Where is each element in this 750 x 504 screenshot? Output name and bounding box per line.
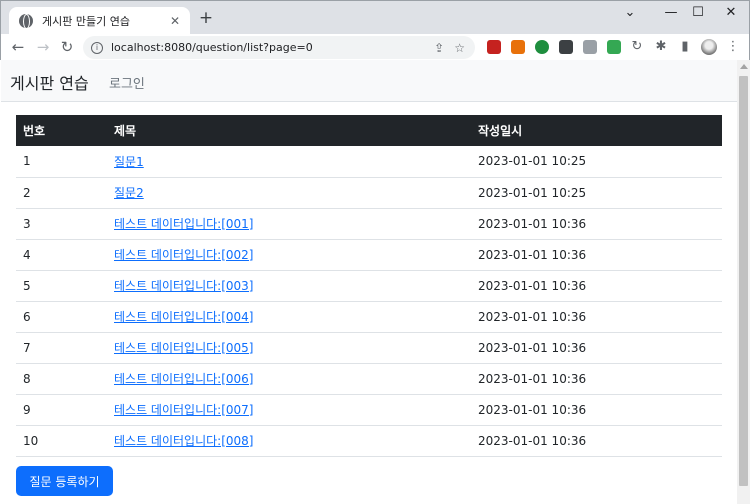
forward-icon[interactable]: → bbox=[34, 37, 52, 57]
tab-close-icon[interactable]: ✕ bbox=[168, 14, 182, 28]
bookmark-star-icon[interactable]: ☆ bbox=[454, 41, 465, 55]
question-link[interactable]: 질문1 bbox=[114, 155, 144, 169]
row-date: 2023-01-01 10:36 bbox=[471, 425, 722, 457]
scroll-up-icon[interactable] bbox=[740, 64, 748, 69]
table-row: 8 테스트 데이터입니다:[006] 2023-01-01 10:36 bbox=[16, 363, 722, 395]
browser-tab[interactable]: 게시판 만들기 연습 ✕ bbox=[9, 7, 190, 34]
question-table: 번호 제목 작성일시 1 질문1 2023-01-01 10:25 2 질문2 … bbox=[16, 115, 722, 457]
row-number: 3 bbox=[16, 208, 107, 240]
tab-title: 게시판 만들기 연습 bbox=[42, 14, 130, 28]
info-icon[interactable]: i bbox=[91, 41, 103, 54]
row-date: 2023-01-01 10:36 bbox=[471, 270, 722, 302]
question-link[interactable]: 테스트 데이터입니다:[001] bbox=[114, 217, 254, 231]
question-link[interactable]: 테스트 데이터입니다:[006] bbox=[114, 372, 254, 386]
question-link[interactable]: 테스트 데이터입니다:[007] bbox=[114, 403, 254, 417]
row-date: 2023-01-01 10:36 bbox=[471, 363, 722, 395]
table-row: 7 테스트 데이터입니다:[005] 2023-01-01 10:36 bbox=[16, 332, 722, 364]
extension-red-icon[interactable] bbox=[487, 40, 501, 54]
table-row: 1 질문1 2023-01-01 10:25 bbox=[16, 146, 722, 178]
back-icon[interactable]: ← bbox=[9, 37, 27, 57]
header-title: 제목 bbox=[107, 115, 471, 146]
question-link[interactable]: 테스트 데이터입니다:[008] bbox=[114, 434, 254, 448]
table-body: 1 질문1 2023-01-01 10:25 2 질문2 2023-01-01 … bbox=[16, 146, 722, 457]
row-date: 2023-01-01 10:36 bbox=[471, 332, 722, 364]
table-row: 3 테스트 데이터입니다:[001] 2023-01-01 10:36 bbox=[16, 208, 722, 240]
puzzle-icon[interactable]: ✱ bbox=[653, 38, 669, 56]
row-number: 7 bbox=[16, 332, 107, 364]
question-link[interactable]: 테스트 데이터입니다:[004] bbox=[114, 310, 254, 324]
page-content: 게시판 연습 로그인 번호 제목 작성일시 1 질문1 2023-01-01 1… bbox=[1, 60, 737, 504]
row-date: 2023-01-01 10:25 bbox=[471, 177, 722, 209]
browser-toolbar: ← → ↻ i localhost:8080/question/list?pag… bbox=[1, 34, 749, 61]
row-date: 2023-01-01 10:36 bbox=[471, 239, 722, 271]
minimize-icon[interactable]: — bbox=[660, 5, 682, 20]
row-number: 9 bbox=[16, 394, 107, 426]
url-text[interactable]: localhost:8080/question/list?page=0 bbox=[111, 41, 434, 54]
register-question-button[interactable]: 질문 등록하기 bbox=[16, 466, 113, 496]
tab-search-icon[interactable]: ⌄ bbox=[619, 5, 641, 20]
row-date: 2023-01-01 10:36 bbox=[471, 301, 722, 333]
side-panel-icon[interactable]: ▮ bbox=[677, 38, 693, 56]
site-navbar: 게시판 연습 로그인 bbox=[1, 60, 737, 102]
reload-icon[interactable]: ↻ bbox=[58, 37, 76, 57]
row-number: 2 bbox=[16, 177, 107, 209]
question-link[interactable]: 테스트 데이터입니다:[003] bbox=[114, 279, 254, 293]
header-date: 작성일시 bbox=[471, 115, 722, 146]
scroll-thumb[interactable] bbox=[739, 76, 748, 486]
browser-chrome: 게시판 만들기 연습 ✕ + ⌄ — ☐ ✕ ← → ↻ i localhost… bbox=[0, 0, 750, 61]
table-row: 2 질문2 2023-01-01 10:25 bbox=[16, 177, 722, 209]
new-tab-icon[interactable]: + bbox=[197, 9, 215, 27]
more-menu-icon[interactable]: ⋮ bbox=[725, 38, 741, 56]
row-number: 5 bbox=[16, 270, 107, 302]
row-number: 10 bbox=[16, 425, 107, 457]
refresh-extension-icon[interactable]: ↻ bbox=[629, 38, 645, 56]
extension-green-icon[interactable] bbox=[535, 40, 549, 54]
row-number: 8 bbox=[16, 363, 107, 395]
table-row: 6 테스트 데이터입니다:[004] 2023-01-01 10:36 bbox=[16, 301, 722, 333]
share-icon[interactable]: ⇪ bbox=[434, 41, 444, 55]
row-date: 2023-01-01 10:25 bbox=[471, 146, 722, 178]
row-date: 2023-01-01 10:36 bbox=[471, 394, 722, 426]
extension-gray-icon[interactable] bbox=[583, 40, 597, 54]
table-row: 10 테스트 데이터입니다:[008] 2023-01-01 10:36 bbox=[16, 425, 722, 457]
table-header: 번호 제목 작성일시 bbox=[16, 115, 722, 146]
site-brand[interactable]: 게시판 연습 bbox=[10, 70, 89, 94]
question-link[interactable]: 테스트 데이터입니다:[002] bbox=[114, 248, 254, 262]
header-number: 번호 bbox=[16, 115, 107, 146]
globe-icon bbox=[19, 13, 33, 29]
login-link[interactable]: 로그인 bbox=[109, 73, 145, 92]
address-bar[interactable]: i localhost:8080/question/list?page=0 ⇪ … bbox=[83, 36, 475, 59]
extension-orange-icon[interactable] bbox=[511, 40, 525, 54]
page-scrollbar[interactable] bbox=[737, 60, 750, 504]
question-link[interactable]: 테스트 데이터입니다:[005] bbox=[114, 341, 254, 355]
row-number: 4 bbox=[16, 239, 107, 271]
window-close-icon[interactable]: ✕ bbox=[720, 5, 742, 20]
table-row: 5 테스트 데이터입니다:[003] 2023-01-01 10:36 bbox=[16, 270, 722, 302]
tab-strip: 게시판 만들기 연습 ✕ + ⌄ — ☐ ✕ bbox=[1, 1, 749, 34]
row-date: 2023-01-01 10:36 bbox=[471, 208, 722, 240]
table-row: 4 테스트 데이터입니다:[002] 2023-01-01 10:36 bbox=[16, 239, 722, 271]
profile-avatar[interactable] bbox=[701, 39, 717, 55]
row-number: 6 bbox=[16, 301, 107, 333]
row-number: 1 bbox=[16, 146, 107, 178]
extension-dark-icon[interactable] bbox=[559, 40, 573, 54]
maximize-icon[interactable]: ☐ bbox=[687, 5, 709, 20]
extension-lime-icon[interactable] bbox=[607, 40, 621, 54]
question-link[interactable]: 질문2 bbox=[114, 186, 144, 200]
table-row: 9 테스트 데이터입니다:[007] 2023-01-01 10:36 bbox=[16, 394, 722, 426]
